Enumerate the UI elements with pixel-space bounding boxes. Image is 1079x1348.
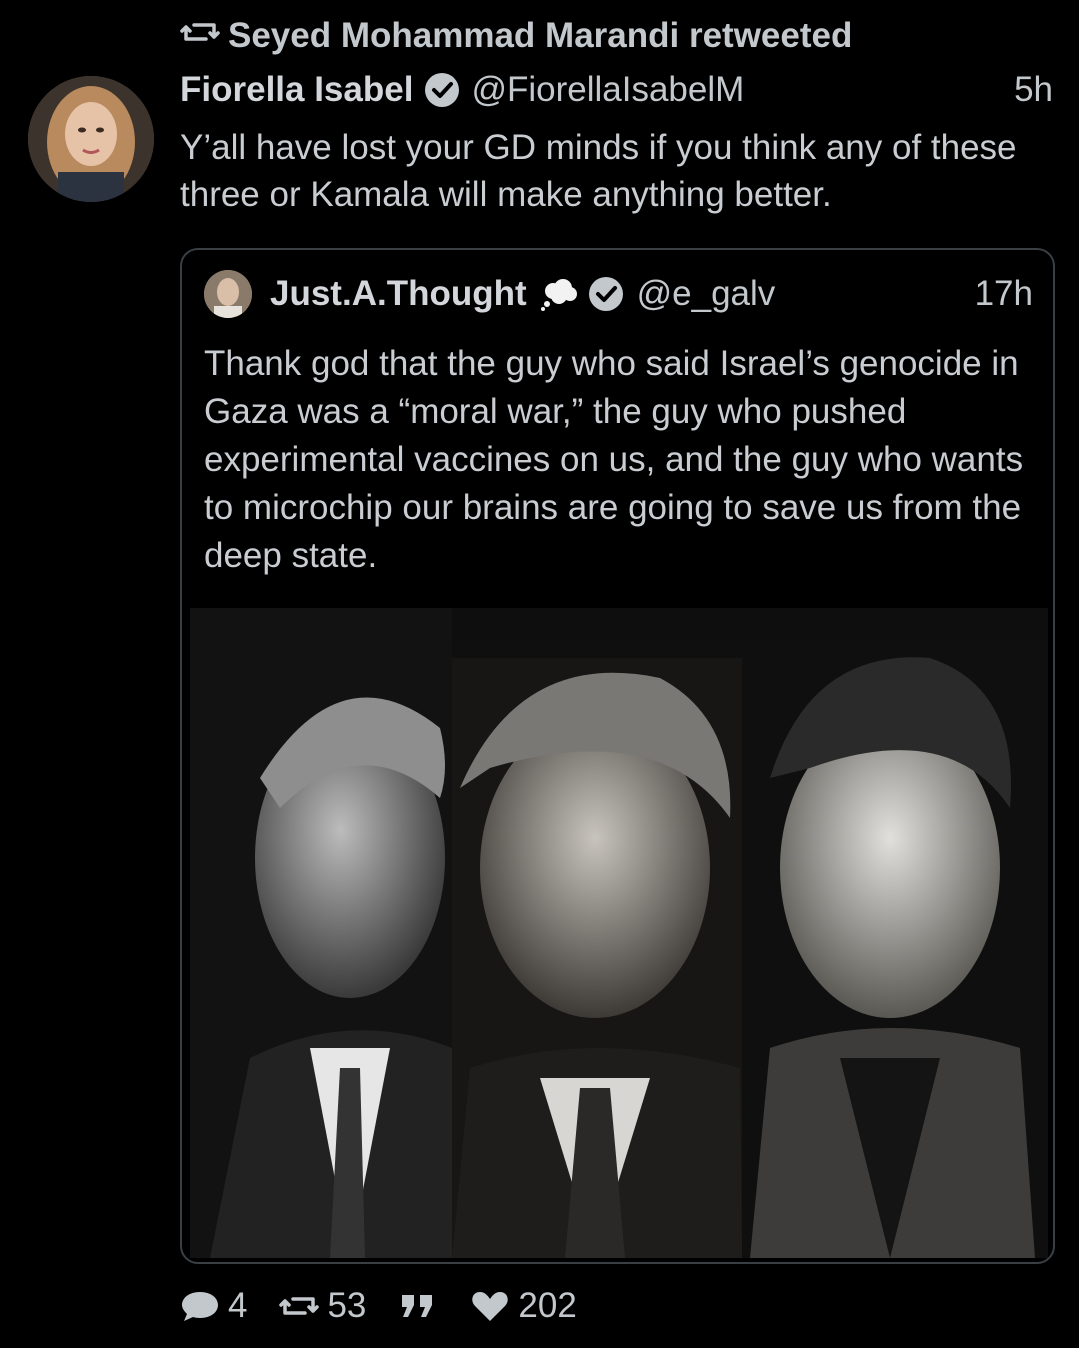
retweet-icon xyxy=(180,16,220,56)
avatar[interactable] xyxy=(28,76,154,202)
quoted-tweet[interactable]: Just.A.Thought @e_galv 17h Thank god tha… xyxy=(180,248,1055,1264)
author-handle[interactable]: @FiorellaIsabelM xyxy=(471,70,744,110)
quoted-avatar[interactable] xyxy=(204,270,252,318)
quote-icon xyxy=(402,1295,433,1317)
retweet-icon xyxy=(279,1297,320,1315)
quoted-verified-icon xyxy=(588,277,623,311)
quoted-tweet-image[interactable] xyxy=(190,608,1048,1258)
retweet-button[interactable]: 53 xyxy=(279,1286,366,1326)
reply-icon xyxy=(182,1292,218,1321)
reply-button[interactable]: 4 xyxy=(180,1286,247,1326)
quoted-tweet-time[interactable]: 17h xyxy=(975,274,1033,314)
quote-button[interactable] xyxy=(398,1288,438,1324)
tweet-actions: 4 53 202 xyxy=(180,1286,609,1326)
tweet-header: Fiorella Isabel @FiorellaIsabelM 5h xyxy=(180,70,1053,110)
tweet-text: Y’all have lost your GD minds if you thi… xyxy=(180,128,1017,214)
retweet-banner: Seyed Mohammad Marandi retweeted xyxy=(180,16,852,56)
like-button[interactable]: 202 xyxy=(470,1286,577,1326)
retweet-count: 53 xyxy=(327,1286,367,1325)
thought-balloon-icon xyxy=(540,279,577,311)
reply-count: 4 xyxy=(228,1286,248,1325)
like-count: 202 xyxy=(518,1286,577,1325)
quoted-tweet-text: Thank god that the guy who said Israel’s… xyxy=(204,344,1024,575)
author-name[interactable]: Fiorella Isabel xyxy=(180,70,413,110)
quoted-author-handle[interactable]: @e_galv xyxy=(637,274,776,314)
verified-icon xyxy=(425,73,460,107)
quoted-author-name[interactable]: Just.A.Thought xyxy=(270,274,527,314)
heart-icon xyxy=(472,1292,509,1321)
retweet-banner-text: Seyed Mohammad Marandi retweeted xyxy=(228,16,853,55)
quoted-tweet-header: Just.A.Thought @e_galv 17h xyxy=(204,270,1033,318)
tweet-time[interactable]: 5h xyxy=(1014,70,1053,110)
